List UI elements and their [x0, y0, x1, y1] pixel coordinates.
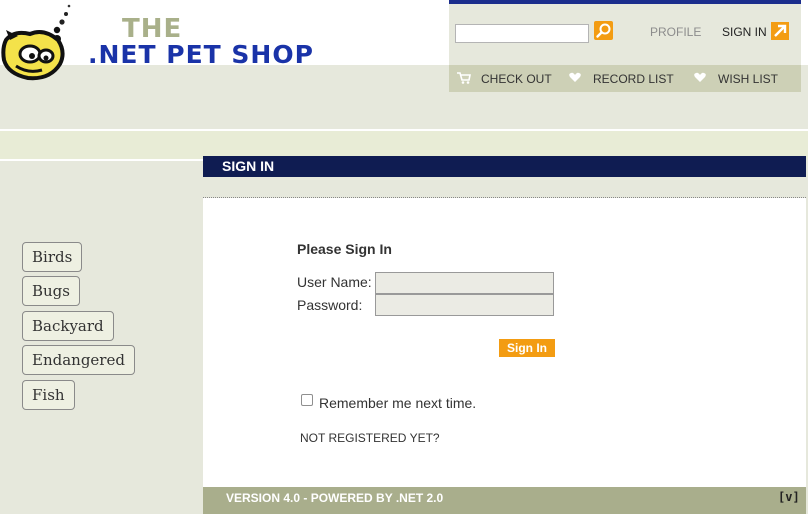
category-bugs-button[interactable]: Bugs — [22, 276, 80, 306]
arrow-up-right-icon — [774, 24, 787, 37]
profile-link[interactable]: PROFILE — [650, 25, 701, 39]
password-field[interactable] — [375, 294, 554, 316]
page-title: SIGN IN — [222, 158, 275, 174]
magnifier-icon — [596, 23, 611, 38]
page-title-bar — [203, 156, 806, 177]
username-field[interactable] — [375, 272, 554, 294]
username-label: User Name: — [297, 274, 372, 290]
search-button[interactable] — [594, 21, 613, 40]
site-logo[interactable]: THE .NET PET SHOP — [0, 0, 320, 90]
category-endangered-button[interactable]: Endangered — [22, 345, 135, 375]
heart-icon — [569, 72, 581, 82]
logo-text-main: .NET PET SHOP — [88, 40, 314, 69]
cart-icon — [457, 72, 471, 84]
category-backyard-button[interactable]: Backyard — [22, 311, 114, 341]
not-registered-link[interactable]: NOT REGISTERED YET? — [300, 431, 440, 445]
signin-arrow-button[interactable] — [771, 22, 789, 40]
signin-submit-button[interactable]: Sign In — [499, 339, 555, 357]
checkout-link[interactable]: CHECK OUT — [481, 72, 552, 86]
record-list-link[interactable]: RECORD LIST — [593, 72, 674, 86]
search-input[interactable] — [455, 24, 589, 43]
password-label: Password: — [297, 297, 363, 313]
footer-badge[interactable]: [v] — [778, 490, 800, 504]
remember-me-label: Remember me next time. — [319, 395, 477, 411]
remember-me-checkbox[interactable] — [301, 394, 313, 406]
sub-header-band — [0, 131, 808, 159]
footer-version: VERSION 4.0 - POWERED BY .NET 2.0 — [226, 491, 444, 505]
heart-icon — [694, 72, 706, 82]
signin-heading: Please Sign In — [297, 241, 392, 257]
cat-mascot-icon — [1, 4, 71, 81]
category-birds-button[interactable]: Birds — [22, 242, 83, 272]
sidebar-divider — [0, 159, 203, 161]
category-fish-button[interactable]: Fish — [22, 380, 75, 410]
signin-link[interactable]: SIGN IN — [722, 25, 767, 39]
wish-list-link[interactable]: WISH LIST — [718, 72, 778, 86]
